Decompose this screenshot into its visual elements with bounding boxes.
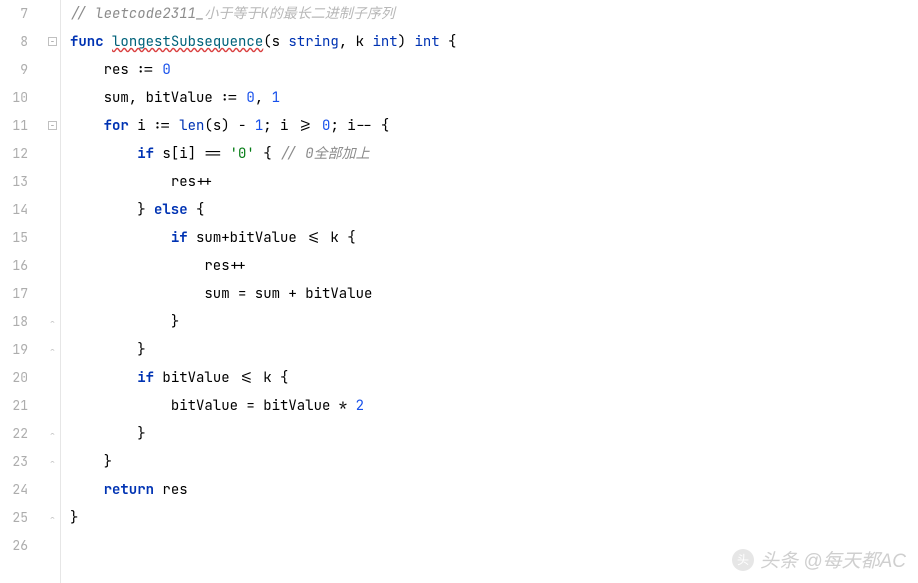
fold-end-icon: ⌃ xyxy=(48,318,57,327)
code-line[interactable]: } xyxy=(70,308,918,336)
code-line[interactable]: res++ xyxy=(70,252,918,280)
code-line[interactable]: return res xyxy=(70,476,918,504)
fold-toggle-icon[interactable] xyxy=(48,121,57,130)
code-line[interactable]: res := 0 xyxy=(70,56,918,84)
keyword-func: func xyxy=(70,33,104,51)
code-line[interactable]: for i := len(s) - 1; i >= 0; i-- { xyxy=(70,112,918,140)
line-number: 8 xyxy=(0,28,28,56)
keyword-if: if xyxy=(137,369,154,387)
line-number: 25 xyxy=(0,504,28,532)
line-number: 16 xyxy=(0,252,28,280)
keyword-if: if xyxy=(137,145,154,163)
code-line[interactable]: sum = sum + bitValue xyxy=(70,280,918,308)
line-number: 19 xyxy=(0,336,28,364)
code-line[interactable] xyxy=(70,532,918,560)
line-number: 9 xyxy=(0,56,28,84)
code-line[interactable]: if s[i] == '0' { // 0全部加上 xyxy=(70,140,918,168)
code-line[interactable]: } xyxy=(70,504,918,532)
line-number: 17 xyxy=(0,280,28,308)
fold-end-icon: ⌃ xyxy=(48,514,57,523)
code-line[interactable]: func longestSubsequence(s string, k int)… xyxy=(70,28,918,56)
keyword-if: if xyxy=(171,229,188,247)
keyword-return: return xyxy=(104,481,154,499)
fold-end-icon: ⌃ xyxy=(48,430,57,439)
keyword-for: for xyxy=(104,117,129,135)
fold-end-icon: ⌃ xyxy=(48,346,57,355)
fold-gutter: ⌃ ⌃ ⌃ ⌃ ⌃ xyxy=(46,0,60,583)
line-number: 15 xyxy=(0,224,28,252)
line-number: 14 xyxy=(0,196,28,224)
function-name: longestSubsequence xyxy=(112,33,263,51)
line-number-gutter: 7 8 9 10 11 12 13 14 15 16 17 18 19 20 2… xyxy=(0,0,46,583)
code-editor[interactable]: 7 8 9 10 11 12 13 14 15 16 17 18 19 20 2… xyxy=(0,0,918,583)
line-number: 7 xyxy=(0,0,28,28)
code-line[interactable]: } else { xyxy=(70,196,918,224)
code-line[interactable]: res++ xyxy=(70,168,918,196)
keyword-else: else xyxy=(146,201,196,219)
code-line[interactable]: if bitValue <= k { xyxy=(70,364,918,392)
code-line[interactable]: bitValue = bitValue * 2 xyxy=(70,392,918,420)
line-number: 13 xyxy=(0,168,28,196)
code-line[interactable]: } xyxy=(70,420,918,448)
fold-toggle-icon[interactable] xyxy=(48,37,57,46)
editor-margin-line xyxy=(60,0,61,583)
comment: // 0全部加上 xyxy=(280,145,370,163)
code-line[interactable]: // leetcode2311_小于等于K的最长二进制子序列 xyxy=(70,0,918,28)
line-number: 23 xyxy=(0,448,28,476)
line-number: 12 xyxy=(0,140,28,168)
line-number: 20 xyxy=(0,364,28,392)
line-number: 18 xyxy=(0,308,28,336)
line-number: 11 xyxy=(0,112,28,140)
comment: // leetcode2311_小于等于K的最长二进制子序列 xyxy=(70,5,395,23)
line-number: 10 xyxy=(0,84,28,112)
line-number: 26 xyxy=(0,532,28,560)
code-line[interactable]: if sum+bitValue <= k { xyxy=(70,224,918,252)
fold-end-icon: ⌃ xyxy=(48,458,57,467)
code-line[interactable]: sum, bitValue := 0, 1 xyxy=(70,84,918,112)
line-number: 22 xyxy=(0,420,28,448)
line-number: 24 xyxy=(0,476,28,504)
line-number: 21 xyxy=(0,392,28,420)
code-line[interactable]: } xyxy=(70,448,918,476)
code-area[interactable]: // leetcode2311_小于等于K的最长二进制子序列 func long… xyxy=(60,0,918,583)
code-line[interactable]: } xyxy=(70,336,918,364)
